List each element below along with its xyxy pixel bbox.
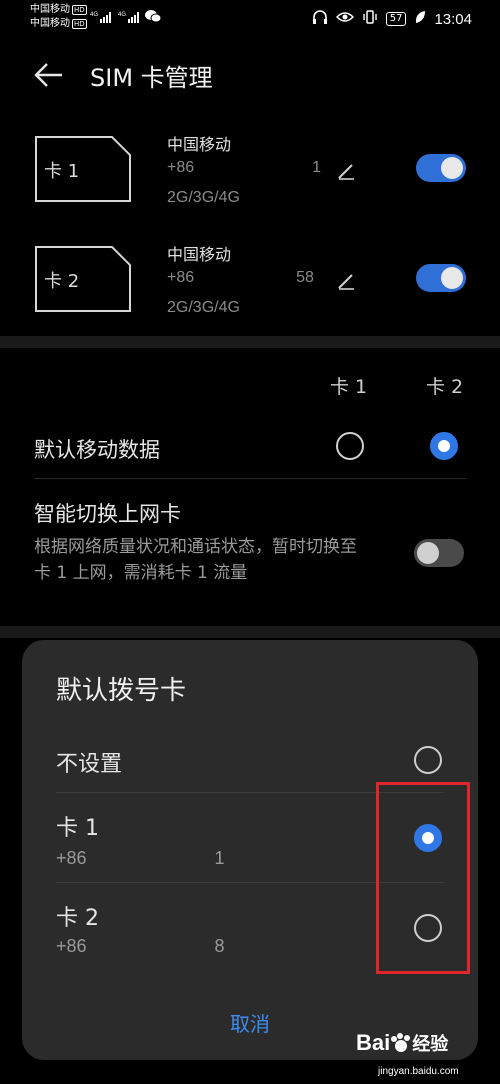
- signal-icon: 4G: [118, 10, 142, 27]
- option-card-2-label[interactable]: 卡 2: [56, 900, 99, 932]
- sim-1-operator: 中国移动: [167, 135, 232, 154]
- sim-card-1-icon: 卡 1: [34, 135, 132, 203]
- smart-switch-description: 根据网络质量状况和通话状态，暂时切换至卡 1 上网，需消耗卡 1 流量: [34, 537, 357, 583]
- highlight-box: [376, 782, 470, 974]
- option-none-label[interactable]: 不设置: [56, 746, 122, 778]
- edit-icon[interactable]: [336, 161, 356, 181]
- sim-1-toggle[interactable]: [416, 154, 466, 182]
- back-arrow-icon[interactable]: [32, 58, 66, 92]
- sim-2-number-tail: 58: [296, 269, 314, 286]
- sim-1-number: +86 1: [167, 159, 321, 177]
- dialog-title: 默认拨号卡: [56, 676, 187, 706]
- smart-switch-toggle[interactable]: [414, 539, 464, 567]
- section-divider: [0, 336, 500, 348]
- option-card-2-number-tail: 8: [214, 936, 225, 956]
- eye-icon: [335, 10, 354, 28]
- option-card-2-number-prefix: +86: [56, 936, 87, 956]
- leaf-icon: [414, 10, 426, 28]
- headphone-icon: [312, 9, 328, 29]
- watermark-brand-suffix: 经验: [412, 1034, 449, 1054]
- option-card-2-number: +86 8: [56, 936, 225, 957]
- watermark-url: jingyan.baidu.com: [378, 1066, 459, 1077]
- watermark-brand: Bai 经验: [356, 1030, 448, 1056]
- toggle-knob: [441, 267, 463, 289]
- sim-2-operator: 中国移动: [167, 245, 232, 264]
- svg-text:4G: 4G: [118, 12, 126, 18]
- clock: 13:04: [434, 10, 472, 28]
- signal-icon: 4G: [90, 10, 114, 27]
- toggle-knob: [417, 542, 439, 564]
- sim-1-number-tail: 1: [312, 159, 322, 176]
- sim-card-2-label: 卡 2: [44, 271, 80, 292]
- option-card-1-number: +86 1: [56, 848, 225, 869]
- sim-2-number-prefix: +86: [167, 269, 195, 286]
- column-card-2: 卡 2: [426, 376, 464, 398]
- wechat-icon: [145, 9, 162, 26]
- hd-badge: HD: [72, 5, 87, 15]
- default-data-label: 默认移动数据: [34, 438, 160, 462]
- section-divider: [0, 626, 500, 638]
- sim-1-network: 2G/3G/4G: [167, 189, 240, 206]
- watermark-brand-text: Bai: [356, 1030, 391, 1055]
- option-card-1-number-tail: 1: [214, 848, 225, 868]
- svg-text:4G: 4G: [90, 12, 98, 18]
- paw-icon: [390, 1033, 412, 1053]
- column-card-1: 卡 1: [330, 376, 368, 398]
- divider: [34, 478, 466, 479]
- sim-1-number-prefix: +86: [167, 159, 195, 176]
- option-card-1-label[interactable]: 卡 1: [56, 810, 99, 842]
- sim-card-2-icon: 卡 2: [34, 245, 132, 313]
- option-none-radio[interactable]: [414, 746, 442, 774]
- hd-badge: HD: [72, 19, 87, 29]
- carrier-2: 中国移动 HD: [30, 18, 87, 30]
- option-card-1-number-prefix: +86: [56, 848, 87, 868]
- sim-card-1-label: 卡 1: [44, 161, 80, 182]
- toggle-knob: [441, 157, 463, 179]
- sim-2-number: +86 58: [167, 269, 314, 287]
- watermark: Bai 经验 jingyan.baidu.com: [356, 1030, 486, 1078]
- smart-switch-label: 智能切换上网卡: [34, 502, 181, 526]
- header: SIM 卡管理: [0, 52, 500, 98]
- edit-icon[interactable]: [336, 271, 356, 291]
- sim-2-toggle[interactable]: [416, 264, 466, 292]
- battery-level: 57: [385, 12, 407, 26]
- sim-row-1: 卡 1 中国移动 +86 1 2G/3G/4G: [0, 135, 500, 235]
- vibrate-icon: [362, 9, 378, 29]
- sim-row-2: 卡 2 中国移动 +86 58 2G/3G/4G: [0, 245, 500, 345]
- sim-2-network: 2G/3G/4G: [167, 299, 240, 316]
- page-title: SIM 卡管理: [90, 64, 213, 92]
- default-data-card-2-radio[interactable]: [430, 432, 458, 460]
- carrier-1-name: 中国移动: [30, 4, 70, 15]
- carrier-1: 中国移动 HD: [30, 4, 87, 16]
- status-right: 57 13:04: [312, 9, 472, 29]
- status-bar: 中国移动 HD 中国移动 HD 4G 4G 57 13:04: [0, 0, 500, 36]
- carrier-2-name: 中国移动: [30, 18, 70, 29]
- default-data-card-1-radio[interactable]: [336, 432, 364, 460]
